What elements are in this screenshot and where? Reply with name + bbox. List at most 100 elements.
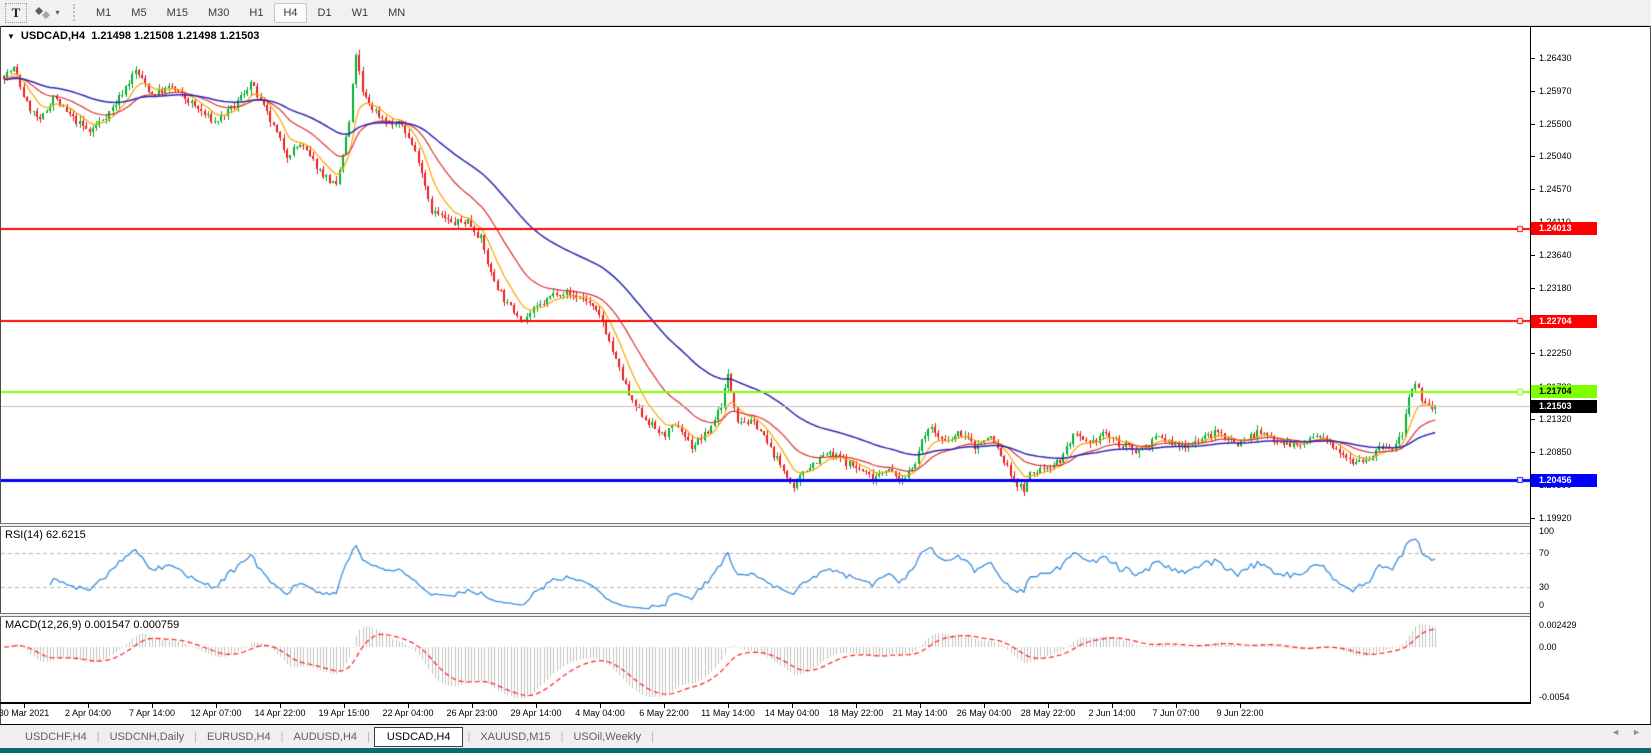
date-axis-line bbox=[0, 702, 1531, 704]
tab-separator: | bbox=[194, 731, 197, 743]
top-toolbar: T ▾ M1M5M15M30H1H4D1W1MN bbox=[0, 0, 1651, 26]
timeframe-button-h4[interactable]: H4 bbox=[274, 3, 306, 23]
price-tick-mark bbox=[1531, 91, 1535, 92]
date-axis-label: 7 Apr 14:00 bbox=[129, 708, 175, 718]
rsi-indicator-label: RSI(14) 62.6215 bbox=[5, 529, 86, 541]
timeframe-button-group: M1M5M15M30H1H4D1W1MN bbox=[87, 3, 414, 23]
timeframe-button-m5[interactable]: M5 bbox=[122, 3, 155, 23]
rsi-level-label: 0 bbox=[1539, 600, 1544, 610]
chart-tab-usdcnh-daily[interactable]: USDCNH,Daily bbox=[101, 728, 194, 746]
date-axis-label: 4 May 04:00 bbox=[575, 708, 625, 718]
price-tick-mark bbox=[1531, 452, 1535, 453]
macd-indicator-label: MACD(12,26,9) 0.001547 0.000759 bbox=[5, 619, 179, 631]
tab-separator: | bbox=[97, 731, 100, 743]
rsi-level-label: 70 bbox=[1539, 548, 1549, 558]
chart-title-text: USDCAD,H4 1.21498 1.21508 1.21498 1.2150… bbox=[21, 30, 260, 42]
date-axis-label: 14 May 04:00 bbox=[765, 708, 820, 718]
text-tool-icon: T bbox=[12, 5, 21, 21]
price-badge: 1.24013 bbox=[1531, 222, 1597, 235]
timeframe-button-m1[interactable]: M1 bbox=[87, 3, 120, 23]
date-axis-label: 14 Apr 22:00 bbox=[254, 708, 305, 718]
price-tick-label: 1.23640 bbox=[1539, 250, 1572, 260]
rsi-indicator-pane[interactable] bbox=[1, 527, 1530, 613]
date-axis-label: 21 May 14:00 bbox=[893, 708, 948, 718]
bottom-strip bbox=[0, 748, 1651, 753]
tab-scroll-right-icon[interactable]: ► bbox=[1632, 727, 1641, 737]
price-axis-line bbox=[1530, 27, 1531, 704]
chart-collapse-icon[interactable]: ▼ bbox=[7, 32, 15, 41]
price-tick-label: 1.25970 bbox=[1539, 86, 1572, 96]
tab-separator: | bbox=[651, 731, 654, 743]
date-axis-label: 28 May 22:00 bbox=[1021, 708, 1076, 718]
timeframe-button-m30[interactable]: M30 bbox=[199, 3, 238, 23]
date-axis-label: 26 Apr 23:00 bbox=[446, 708, 497, 718]
macd-level-label: 0.00 bbox=[1539, 642, 1557, 652]
rsi-canvas[interactable] bbox=[1, 527, 1530, 613]
date-axis-label: 9 Jun 22:00 bbox=[1216, 708, 1263, 718]
date-axis-label: 18 May 22:00 bbox=[829, 708, 884, 718]
chart-tab-usdcad-h4[interactable]: USDCAD,H4 bbox=[374, 727, 464, 747]
price-tick-mark bbox=[1531, 156, 1535, 157]
price-badge: 1.22704 bbox=[1531, 315, 1597, 328]
price-tick-mark bbox=[1531, 58, 1535, 59]
price-tick-label: 1.22250 bbox=[1539, 348, 1572, 358]
price-tick-mark bbox=[1531, 518, 1535, 519]
toolbar-grip bbox=[73, 4, 79, 21]
date-axis-label: 6 May 22:00 bbox=[639, 708, 689, 718]
tab-separator: | bbox=[281, 731, 284, 743]
tab-separator: | bbox=[367, 731, 370, 743]
date-axis-label: 30 Mar 2021 bbox=[0, 708, 49, 718]
date-axis-label: 22 Apr 04:00 bbox=[382, 708, 433, 718]
price-tick-label: 1.25040 bbox=[1539, 151, 1572, 161]
price-badge: 1.20456 bbox=[1531, 474, 1597, 487]
mt4-terminal: { "toolbar": { "text_tool_label": "T", "… bbox=[0, 0, 1651, 753]
price-tick-label: 1.24570 bbox=[1539, 184, 1572, 194]
price-tick-label: 1.23180 bbox=[1539, 283, 1572, 293]
price-tick-label: 1.19920 bbox=[1539, 513, 1572, 523]
price-tick-label: 1.26430 bbox=[1539, 53, 1572, 63]
date-axis-label: 11 May 14:00 bbox=[701, 708, 755, 718]
price-badge: 1.21503 bbox=[1531, 400, 1597, 413]
price-tick-mark bbox=[1531, 288, 1535, 289]
timeframe-button-mn[interactable]: MN bbox=[379, 3, 414, 23]
price-tick-mark bbox=[1531, 189, 1535, 190]
chart-tab-eurusd-h4[interactable]: EURUSD,H4 bbox=[198, 728, 280, 746]
date-axis-label: 19 Apr 15:00 bbox=[318, 708, 369, 718]
timeframe-button-h1[interactable]: H1 bbox=[240, 3, 272, 23]
macd-level-label: -0.0054 bbox=[1539, 692, 1570, 702]
price-tick-label: 1.25500 bbox=[1539, 119, 1572, 129]
chart-title: ▼ USDCAD,H4 1.21498 1.21508 1.21498 1.215… bbox=[7, 30, 259, 42]
date-axis-label: 26 May 04:00 bbox=[957, 708, 1012, 718]
price-badge: 1.21704 bbox=[1531, 385, 1597, 398]
date-axis-label: 2 Jun 14:00 bbox=[1088, 708, 1135, 718]
price-chart-canvas[interactable] bbox=[1, 27, 1530, 523]
date-axis-label: 12 Apr 07:00 bbox=[190, 708, 241, 718]
macd-level-label: 0.002429 bbox=[1539, 620, 1577, 630]
macd-indicator-pane[interactable] bbox=[1, 617, 1530, 702]
chart-tab-xauusd-m15[interactable]: XAUUSD,M15 bbox=[471, 728, 559, 746]
chart-tab-bar: USDCHF,H4|USDCNH,Daily|EURUSD,H4|AUDUSD,… bbox=[0, 725, 1651, 748]
price-tick-mark bbox=[1531, 419, 1535, 420]
tab-scroll-controls: ◄ ► bbox=[1611, 727, 1641, 737]
chart-tab-usdchf-h4[interactable]: USDCHF,H4 bbox=[16, 728, 96, 746]
date-axis-label: 7 Jun 07:00 bbox=[1152, 708, 1199, 718]
macd-canvas[interactable] bbox=[1, 617, 1530, 702]
date-axis-label: 2 Apr 04:00 bbox=[65, 708, 111, 718]
price-tick-mark bbox=[1531, 353, 1535, 354]
tab-scroll-left-icon[interactable]: ◄ bbox=[1611, 727, 1620, 737]
price-tick-label: 1.21320 bbox=[1539, 414, 1572, 424]
text-tool-button[interactable]: T bbox=[5, 3, 27, 23]
price-tick-mark bbox=[1531, 255, 1535, 256]
date-axis-label: 29 Apr 14:00 bbox=[510, 708, 561, 718]
timeframe-button-m15[interactable]: M15 bbox=[158, 3, 197, 23]
timeframe-button-w1[interactable]: W1 bbox=[343, 3, 378, 23]
price-chart-pane[interactable] bbox=[1, 27, 1530, 523]
drawing-tools-button[interactable]: ▾ bbox=[29, 3, 65, 23]
tab-separator: | bbox=[467, 731, 470, 743]
price-tick-mark bbox=[1531, 124, 1535, 125]
chart-tab-audusd-h4[interactable]: AUDUSD,H4 bbox=[284, 728, 366, 746]
timeframe-button-d1[interactable]: D1 bbox=[309, 3, 341, 23]
dropdown-caret-icon: ▾ bbox=[55, 8, 59, 17]
chart-tab-usoil-weekly[interactable]: USOil,Weekly bbox=[564, 728, 650, 746]
rsi-level-label: 100 bbox=[1539, 526, 1554, 536]
